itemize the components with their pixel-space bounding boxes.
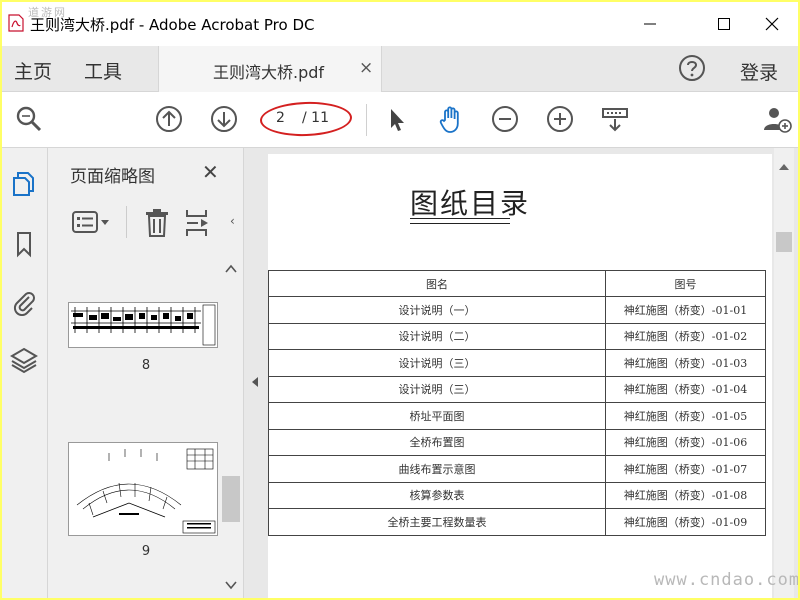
drawing-name-cell: 核算参数表 [268,481,606,509]
options-menu-icon[interactable] [72,210,112,236]
thumbnails-panel: 页面缩略图 ✕ ‹ 8 9 [48,148,244,598]
toolbar: 2 / 11 [2,92,798,148]
thumbnails-toolbar: ‹ [64,204,242,244]
thumbnails-scrollbar[interactable] [222,260,240,598]
previous-page-icon[interactable] [154,104,184,134]
bookmark-icon[interactable] [10,230,38,258]
drawing-name-cell: 设计说明（三） [268,375,606,403]
table-row: 设计说明（二） 神红施图（桥变）-01-02 [268,322,766,350]
page-8-preview [71,304,216,346]
drawing-catalog-table: 图名 图号 设计说明（一） 神红施图（桥变）-01-01 设计说明（二） 神红施图（桥… [268,270,766,536]
table-row: 设计说明（三） 神红施图（桥变）-01-04 [268,375,766,403]
scrollbar-thumb[interactable] [222,476,240,522]
scroll-down-icon[interactable] [225,580,237,590]
table-row: 曲线布置示意图 神红施图（桥变）-01-07 [268,455,766,483]
drawing-name-cell: 设计说明（一） [268,296,606,324]
close-tab-button[interactable]: × [359,58,373,78]
tab-bar: 主页 工具 王则湾大桥.pdf × 登录 [2,46,798,92]
drawing-number-cell: 神红施图（桥变）-01-05 [605,402,766,430]
drawing-number-cell: 神红施图（桥变）-01-02 [605,322,766,350]
pdf-page: 图纸目录 图名 图号 设计说明（一） 神红施图（桥变）-01-01 设计说明（二）神… [268,154,772,598]
thumbnails-title: 页面缩略图 [70,167,155,187]
zoom-out-icon[interactable] [490,104,520,134]
window-title: 王则湾大桥.pdf - Adobe Acrobat Pro DC [30,16,315,34]
add-user-icon[interactable] [762,104,792,134]
thumbnail-label: 9 [141,544,151,559]
drawing-name-cell: 设计说明（二） [268,322,606,350]
drawing-number-cell: 神红施图（桥变）-01-07 [605,455,766,483]
drawing-name-cell: 全桥主要工程数量表 [268,508,606,536]
column-header: 图号 [605,270,766,297]
left-rail [2,148,48,598]
table-row: 设计说明（一） 神红施图（桥变）-01-01 [268,296,766,324]
drawing-name-cell: 桥址平面图 [268,402,606,430]
column-header: 图名 [268,270,606,297]
drawing-number-cell: 神红施图（桥变）-01-09 [605,508,766,536]
table-row: 全桥布置图 神红施图（桥变）-01-06 [268,428,766,456]
toolbar-divider [366,104,367,136]
highlight-ellipse [259,100,353,138]
document-viewport: 图纸目录 图名 图号 设计说明（一） 神红施图（桥变）-01-01 设计说明（二）神… [266,148,798,598]
attachment-icon[interactable] [10,288,38,316]
table-header-row: 图名 图号 [268,270,766,297]
search-icon[interactable] [14,104,44,134]
minimize-icon [644,23,656,25]
hand-tool-icon[interactable] [436,104,466,134]
drawing-name-cell: 设计说明（三） [268,349,606,377]
drawing-number-cell: 神红施图（桥变）-01-03 [605,349,766,377]
tab-home[interactable]: 主页 [14,57,52,84]
table-row: 桥址平面图 神红施图（桥变）-01-05 [268,402,766,430]
page-title: 图纸目录 [410,187,531,220]
close-panel-button[interactable]: ✕ [202,160,219,184]
login-button[interactable]: 登录 [740,58,778,85]
select-cursor-icon[interactable] [382,104,412,134]
layers-icon[interactable] [10,346,38,374]
tab-document[interactable]: 王则湾大桥.pdf × [158,46,382,92]
next-page-icon[interactable] [209,104,239,134]
close-icon [765,17,779,31]
watermark-text: www.cndao.com [654,570,798,590]
thumbnail-page-9[interactable] [68,442,218,536]
close-window-button[interactable] [752,10,792,38]
page-thumbnails-icon[interactable] [10,170,38,198]
maximize-icon [718,18,730,30]
collapse-arrow-icon[interactable] [251,376,259,388]
drawing-name-cell: 全桥布置图 [268,428,606,456]
table-row: 全桥主要工程数量表 神红施图（桥变）-01-09 [268,508,766,536]
help-icon[interactable] [678,54,706,82]
thumbnail-page-8[interactable] [68,302,218,348]
panel-collapse-bar[interactable] [244,148,266,598]
delete-icon[interactable] [144,208,170,238]
drawing-number-cell: 神红施图（桥变）-01-01 [605,296,766,324]
tab-tools[interactable]: 工具 [84,57,122,84]
pdf-file-icon [8,14,24,32]
page-insert-icon[interactable] [184,208,214,238]
scroll-up-icon[interactable] [778,162,790,172]
acrobat-window: 道游网 王则湾大桥.pdf - Adobe Acrobat Pro DC 主页 … [2,2,798,598]
drawing-number-cell: 神红施图（桥变）-01-04 [605,375,766,403]
drawing-number-cell: 神红施图（桥变）-01-08 [605,481,766,509]
tools-divider [126,206,127,238]
zoom-in-icon[interactable] [545,104,575,134]
table-row: 核算参数表 神红施图（桥变）-01-08 [268,481,766,509]
thumbnail-label: 8 [141,358,151,373]
document-scrollbar[interactable] [774,148,794,598]
table-row: 设计说明（三） 神红施图（桥变）-01-03 [268,349,766,377]
drawing-number-cell: 神红施图（桥变）-01-06 [605,428,766,456]
page-9-preview [76,448,216,534]
drawing-name-cell: 曲线布置示意图 [268,455,606,483]
scroll-up-icon[interactable] [225,264,237,274]
title-bar: 道游网 王则湾大桥.pdf - Adobe Acrobat Pro DC [2,2,798,46]
title-underline [410,218,510,224]
maximize-button[interactable] [704,10,744,38]
page-navigator[interactable]: 2 / 11 [259,100,353,138]
more-icon[interactable]: ‹ [230,214,235,228]
minimize-button[interactable] [630,10,670,38]
scroll-mode-icon[interactable] [600,104,630,134]
scrollbar-thumb[interactable] [776,232,792,252]
document-tab-label: 王则湾大桥.pdf [213,63,325,82]
